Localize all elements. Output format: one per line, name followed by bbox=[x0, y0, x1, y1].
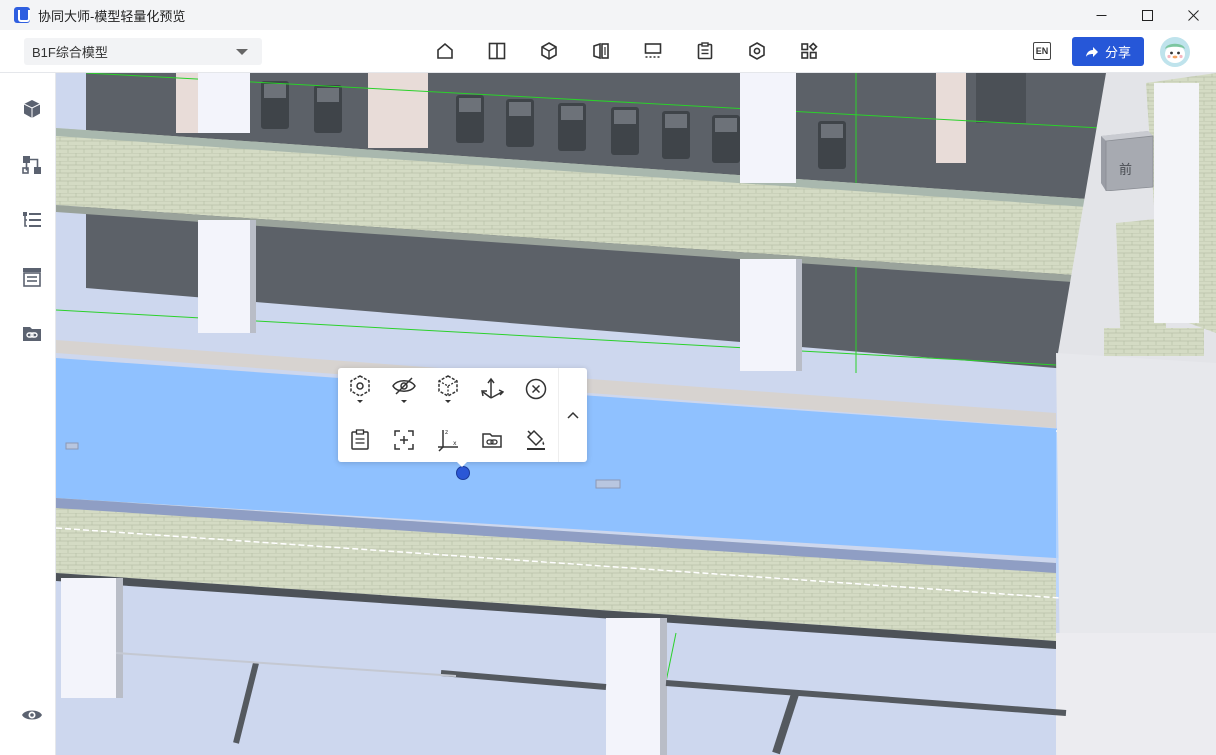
sidebar-item-model[interactable] bbox=[20, 97, 44, 121]
hierarchy-icon bbox=[22, 156, 41, 174]
collapse-toolbar-button[interactable] bbox=[558, 368, 587, 462]
view-tools bbox=[432, 38, 848, 64]
split-view-icon bbox=[488, 42, 506, 60]
model-scene bbox=[56, 73, 1216, 755]
title-bar: 协同大师-模型轻量化预览 bbox=[0, 0, 1216, 30]
clipboard-button[interactable] bbox=[692, 38, 718, 64]
share-arrow-icon bbox=[1085, 46, 1098, 57]
selection-anchor[interactable] bbox=[456, 466, 470, 480]
paint-bucket-button[interactable] bbox=[521, 425, 551, 455]
element-properties-button[interactable] bbox=[345, 425, 375, 455]
chevron-up-icon bbox=[567, 411, 579, 419]
main-toolbar: B1F综合模型 EN 分享 bbox=[0, 30, 1216, 73]
eye-icon bbox=[22, 710, 42, 720]
view-cube-shape bbox=[1101, 131, 1154, 192]
app-logo-icon bbox=[14, 7, 30, 23]
model-tree-button[interactable] bbox=[536, 38, 562, 64]
zoom-fit-icon bbox=[394, 430, 414, 450]
properties-icon bbox=[351, 429, 369, 450]
measure-button[interactable] bbox=[640, 38, 666, 64]
layout-button[interactable] bbox=[796, 38, 822, 64]
axis-icon: xz bbox=[438, 429, 458, 452]
model-viewport[interactable]: 前 bbox=[56, 73, 1216, 755]
share-label: 分享 bbox=[1104, 45, 1131, 60]
section-icon bbox=[593, 42, 609, 60]
isolate-icon bbox=[350, 375, 370, 403]
zoom-fit-button[interactable] bbox=[389, 425, 419, 455]
transform-button[interactable] bbox=[477, 374, 507, 404]
maximize-icon bbox=[1141, 9, 1153, 21]
avatar-image bbox=[1160, 37, 1190, 67]
component-icon bbox=[749, 42, 765, 60]
avatar[interactable] bbox=[1160, 37, 1190, 67]
share-button[interactable]: 分享 bbox=[1072, 37, 1144, 66]
sidebar-item-links[interactable] bbox=[20, 321, 44, 345]
close-button[interactable] bbox=[1170, 0, 1216, 30]
measure-icon bbox=[644, 43, 662, 58]
transform-icon bbox=[481, 377, 504, 399]
cube-icon bbox=[23, 100, 41, 118]
close-selection-button[interactable] bbox=[521, 374, 551, 404]
model-tree-icon bbox=[541, 42, 557, 60]
view-cube[interactable]: 前 bbox=[1096, 121, 1156, 192]
link-folder-button[interactable] bbox=[477, 425, 507, 455]
home-button[interactable] bbox=[432, 38, 458, 64]
window-controls bbox=[1078, 0, 1216, 30]
model-selector[interactable]: B1F综合模型 bbox=[24, 38, 262, 65]
hide-button[interactable] bbox=[389, 374, 419, 404]
view-cube-face-label: 前 bbox=[1119, 162, 1133, 177]
component-button[interactable] bbox=[744, 38, 770, 64]
layout-icon bbox=[801, 42, 818, 59]
sidebar-item-properties[interactable] bbox=[20, 265, 44, 289]
context-toolbar: xz bbox=[338, 368, 587, 462]
svg-text:x: x bbox=[453, 440, 457, 447]
sidebar-visibility-toggle[interactable] bbox=[20, 703, 44, 727]
context-toolbar-pointer bbox=[456, 461, 468, 467]
close-icon bbox=[1187, 9, 1199, 21]
hide-icon bbox=[392, 377, 416, 403]
properties-icon bbox=[23, 268, 41, 287]
section-button[interactable] bbox=[588, 38, 614, 64]
minimize-button[interactable] bbox=[1078, 0, 1124, 30]
minimize-icon bbox=[1096, 14, 1106, 16]
axis-button[interactable]: xz bbox=[433, 425, 463, 455]
model-selector-value: B1F综合模型 bbox=[32, 45, 108, 60]
link-folder-icon bbox=[23, 327, 41, 341]
isolate-button[interactable] bbox=[345, 374, 375, 404]
list-tree-icon bbox=[23, 212, 41, 227]
paint-bucket-icon bbox=[526, 429, 545, 450]
close-circle-icon bbox=[525, 378, 547, 400]
home-icon bbox=[437, 42, 453, 59]
window-title: 协同大师-模型轻量化预览 bbox=[38, 8, 186, 24]
section-box-icon bbox=[438, 375, 458, 403]
sidebar-item-hierarchy[interactable] bbox=[20, 153, 44, 177]
link-folder-icon bbox=[482, 433, 502, 448]
section-box-button[interactable] bbox=[433, 374, 463, 404]
language-toggle[interactable]: EN bbox=[1033, 42, 1051, 60]
clipboard-icon bbox=[697, 42, 713, 60]
svg-text:z: z bbox=[445, 429, 448, 436]
left-sidebar bbox=[0, 73, 56, 755]
sidebar-item-list[interactable] bbox=[20, 209, 44, 233]
split-view-button[interactable] bbox=[484, 38, 510, 64]
maximize-button[interactable] bbox=[1124, 0, 1170, 30]
caret-down-icon bbox=[236, 49, 248, 55]
